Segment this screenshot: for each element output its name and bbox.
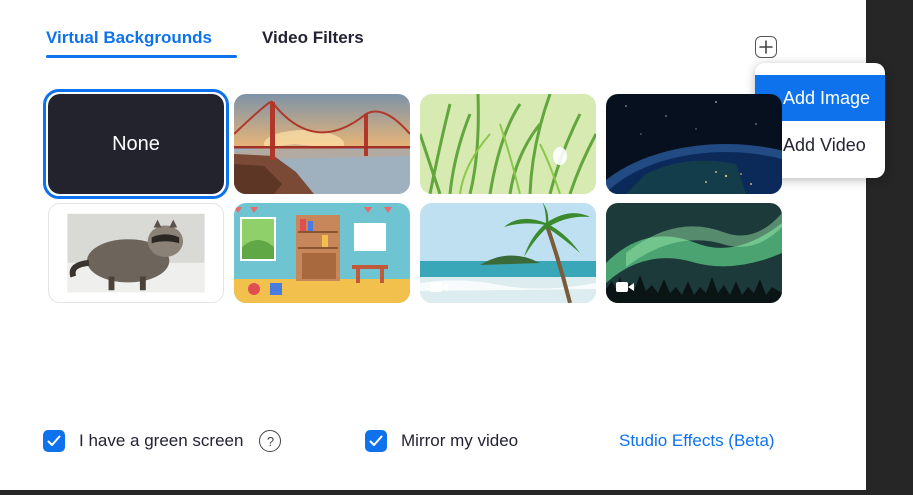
background-none[interactable]: None [48,94,224,194]
video-camera-icon [616,282,634,292]
question-mark-icon[interactable]: ? [259,430,282,452]
mirror-video-label: Mirror my video [401,431,519,450]
mirror-option: Mirror my video [365,428,518,454]
background-beach-palm[interactable] [420,203,596,303]
checkmark-icon [369,435,383,446]
background-aurora[interactable] [606,203,782,303]
background-none-label: None [112,132,160,155]
green-screen-label: I have a green screen [79,431,244,450]
background-raccoon[interactable] [48,203,224,303]
active-tab-underline [46,55,237,58]
background-golden-gate-bridge[interactable] [234,94,410,194]
tab-video-filters[interactable]: Video Filters [262,28,364,48]
plus-icon [759,40,773,54]
background-earth-from-space[interactable] [606,94,782,194]
green-screen-option: I have a green screen ? [43,428,282,454]
green-screen-checkbox[interactable] [43,430,65,452]
video-camera-icon [430,282,448,292]
background-grass[interactable] [420,94,596,194]
tab-virtual-backgrounds[interactable]: Virtual Backgrounds [46,28,212,48]
background-playroom[interactable] [234,203,410,303]
checkmark-icon [47,435,61,446]
mirror-video-checkbox[interactable] [365,430,387,452]
studio-effects-link[interactable]: Studio Effects (Beta) [619,431,775,451]
bottom-edge [0,490,866,495]
add-background-button[interactable] [755,36,777,58]
